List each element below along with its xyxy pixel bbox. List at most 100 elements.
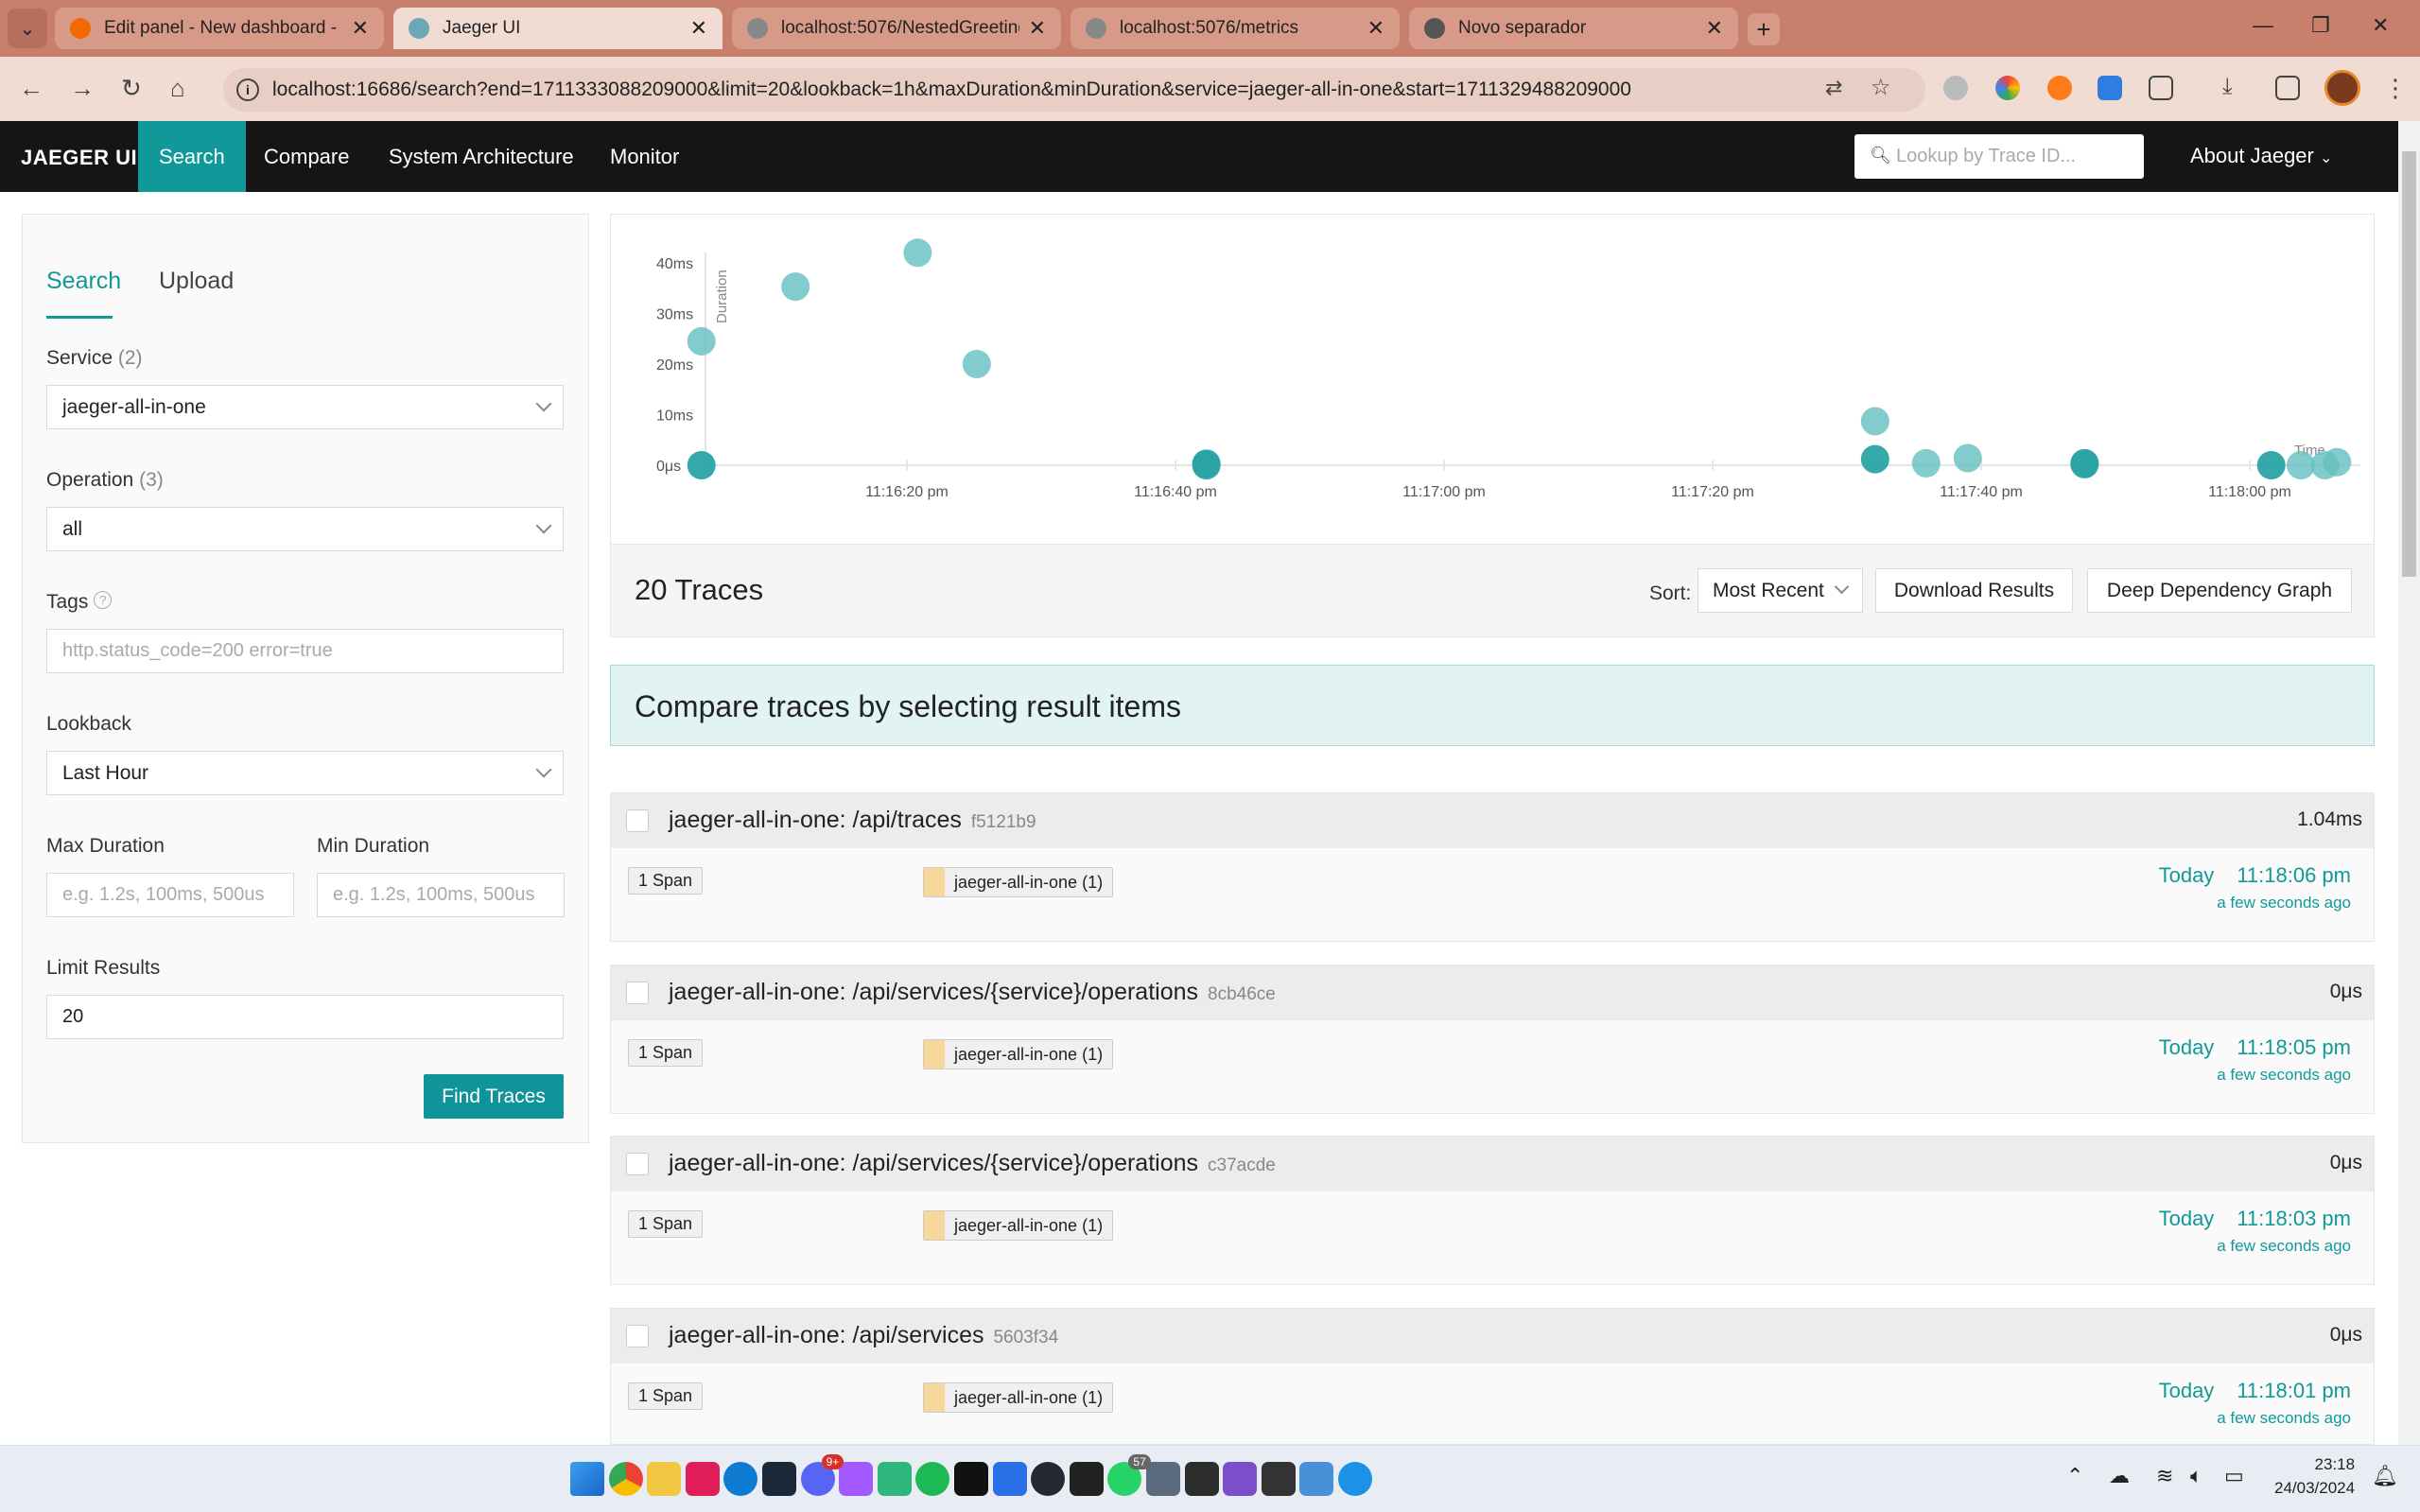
tab-search[interactable]: Search — [46, 268, 121, 295]
notepad-icon[interactable] — [1261, 1462, 1296, 1496]
trace-point[interactable] — [1953, 443, 1982, 473]
figma-icon[interactable] — [839, 1462, 874, 1496]
download-icon[interactable]: ⤓ — [2222, 74, 2233, 100]
trace-select-checkbox[interactable] — [626, 982, 649, 1004]
nav-compare[interactable]: Compare — [264, 121, 349, 192]
windows-start-icon[interactable] — [570, 1462, 604, 1496]
translate-icon[interactable]: ⇄ — [1825, 76, 1842, 100]
battery-icon[interactable]: ▭ — [2224, 1464, 2244, 1488]
trace-item[interactable]: jaeger-all-in-one: /api/services/{servic… — [610, 965, 2375, 1114]
help-icon[interactable]: ? — [94, 591, 113, 609]
scrollbar-thumb[interactable] — [2402, 151, 2416, 577]
trace-point[interactable] — [1192, 451, 1221, 479]
extension-orange-icon[interactable] — [2047, 76, 2072, 100]
trace-select-checkbox[interactable] — [626, 1153, 649, 1175]
bookmark-star-icon[interactable]: ☆ — [1871, 74, 1891, 101]
close-window-icon[interactable]: ✕ — [2372, 13, 2389, 38]
trace-point[interactable] — [781, 272, 810, 302]
close-tab-icon[interactable]: ✕ — [1706, 16, 1723, 41]
trace-item[interactable]: jaeger-all-in-one: /api/traces f5121b9 1.… — [610, 792, 2375, 942]
extension-record-icon[interactable] — [1943, 76, 1968, 100]
trace-point[interactable] — [2256, 451, 2286, 479]
browser-tab-nested-greeting[interactable]: localhost:5076/NestedGreeting ✕ — [732, 8, 1061, 49]
browser-tab-new[interactable]: Novo separador ✕ — [1409, 8, 1738, 49]
profile-avatar[interactable] — [2324, 70, 2360, 106]
site-info-icon[interactable]: i — [236, 78, 259, 101]
tray-overflow-icon[interactable]: ⌃ — [2066, 1464, 2083, 1488]
notion-icon[interactable] — [954, 1462, 988, 1496]
chrome-icon[interactable] — [608, 1462, 643, 1496]
jaeger-brand[interactable]: JAEGER UI — [21, 146, 137, 170]
notifications-bell-icon[interactable]: 🔔︎ — [2372, 1464, 2398, 1488]
extension-blue-icon[interactable] — [2098, 76, 2122, 100]
service-select[interactable]: jaeger-all-in-one — [46, 385, 564, 429]
nav-search[interactable]: Search — [138, 121, 246, 192]
operation-select[interactable]: all — [46, 507, 564, 551]
close-tab-icon[interactable]: ✕ — [690, 16, 707, 41]
restore-icon[interactable]: ❐ — [2311, 13, 2330, 38]
trace-name[interactable]: jaeger-all-in-one: /api/services/{servic… — [669, 979, 1276, 1006]
back-icon[interactable]: ← — [19, 74, 44, 103]
slack-icon[interactable] — [685, 1462, 720, 1496]
minimize-icon[interactable]: — — [2253, 13, 2273, 38]
trace-point[interactable] — [1860, 407, 1889, 436]
browser-tab-metrics[interactable]: localhost:5076/metrics ✕ — [1071, 8, 1400, 49]
app-blue-icon[interactable] — [992, 1462, 1027, 1496]
min-duration-input[interactable]: e.g. 1.2s, 100ms, 500us — [317, 873, 565, 917]
photos-icon[interactable] — [1299, 1462, 1334, 1496]
trace-point[interactable] — [687, 326, 716, 356]
browser-tab-jaeger[interactable]: Jaeger UI ✕ — [393, 8, 723, 49]
side-panel-icon[interactable] — [2275, 76, 2300, 100]
close-tab-icon[interactable]: ✕ — [1029, 16, 1046, 41]
tags-input[interactable]: http.status_code=200 error=true — [46, 629, 564, 673]
wifi-icon[interactable]: ≋ — [2156, 1464, 2173, 1488]
sort-select[interactable]: Most Recent — [1697, 568, 1863, 613]
find-traces-button[interactable]: Find Traces — [424, 1074, 564, 1119]
nav-monitor[interactable]: Monitor — [610, 121, 679, 192]
terminal-icon[interactable] — [1184, 1462, 1219, 1496]
download-results-button[interactable]: Download Results — [1875, 568, 2073, 613]
system-clock[interactable]: 23:18 24/03/2024 — [2274, 1452, 2355, 1500]
trace-point[interactable] — [1860, 444, 1889, 474]
trace-item[interactable]: jaeger-all-in-one: /api/services 5603f34 … — [610, 1308, 2375, 1445]
trace-point[interactable] — [1911, 448, 1941, 478]
trace-select-checkbox[interactable] — [626, 1325, 649, 1347]
deep-dependency-graph-button[interactable]: Deep Dependency Graph — [2087, 568, 2352, 613]
trace-item[interactable]: jaeger-all-in-one: /api/services/{servic… — [610, 1136, 2375, 1285]
close-tab-icon[interactable]: ✕ — [1367, 16, 1384, 41]
visual-studio-icon[interactable] — [1223, 1462, 1258, 1496]
chrome-menu-icon[interactable]: ⋮ — [2383, 74, 2408, 103]
page-scrollbar[interactable] — [2398, 121, 2420, 1445]
extensions-puzzle-icon[interactable] — [2149, 76, 2173, 100]
steam-icon[interactable] — [762, 1462, 796, 1496]
onedrive-icon[interactable]: ☁ — [2109, 1464, 2130, 1488]
home-icon[interactable]: ⌂ — [170, 74, 185, 103]
volume-icon[interactable]: 🔈︎ — [2190, 1464, 2202, 1488]
trace-point[interactable] — [2070, 449, 2099, 478]
url-input[interactable]: i localhost:16686/search?end=17113330882… — [223, 68, 1925, 112]
docker-icon[interactable] — [1338, 1462, 1372, 1496]
lookback-select[interactable]: Last Hour — [46, 751, 564, 795]
trace-point[interactable] — [903, 238, 932, 268]
epic-games-icon[interactable] — [1069, 1462, 1104, 1496]
new-tab-icon[interactable]: + — [1748, 13, 1780, 45]
github-icon[interactable] — [1031, 1462, 1066, 1496]
trace-point[interactable] — [687, 451, 716, 479]
reload-icon[interactable]: ↻ — [121, 74, 142, 103]
max-duration-input[interactable]: e.g. 1.2s, 100ms, 500us — [46, 873, 294, 917]
browser-tab-grafana[interactable]: Edit panel - New dashboard - D ✕ — [55, 8, 384, 49]
tab-upload[interactable]: Upload — [159, 268, 234, 295]
file-explorer-icon[interactable] — [647, 1462, 682, 1496]
limit-results-input[interactable]: 20 — [46, 995, 564, 1039]
forward-icon[interactable]: → — [70, 74, 95, 103]
trace-name[interactable]: jaeger-all-in-one: /api/traces f5121b9 — [669, 807, 1036, 834]
trace-name[interactable]: jaeger-all-in-one: /api/services/{servic… — [669, 1150, 1276, 1177]
trace-point[interactable] — [2323, 447, 2352, 477]
trace-select-checkbox[interactable] — [626, 809, 649, 832]
trace-point[interactable] — [962, 350, 991, 378]
close-tab-icon[interactable]: ✕ — [352, 16, 369, 41]
tab-search-icon[interactable]: ⌄ — [8, 9, 47, 48]
app-green-icon[interactable] — [877, 1462, 912, 1496]
trace-id-lookup-input[interactable]: 🔍︎ Lookup by Trace ID... — [1854, 134, 2144, 179]
trace-point[interactable] — [2286, 451, 2315, 479]
